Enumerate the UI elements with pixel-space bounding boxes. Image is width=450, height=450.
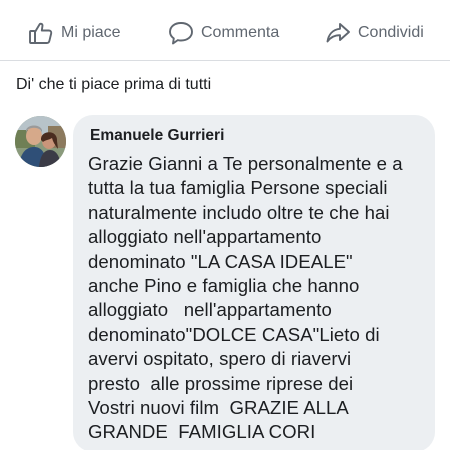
like-label: Mi piace	[61, 24, 121, 41]
first-like-prompt: Di' che ti piace prima di tutti	[16, 76, 212, 93]
comment-bubble: Emanuele Gurrieri Grazie Gianni a Te per…	[73, 115, 435, 450]
share-label: Condividi	[358, 24, 424, 41]
comment-label: Commenta	[201, 24, 280, 41]
post-action-bar: Mi piace Commenta Condividi	[0, 0, 450, 64]
comment-text: Grazie Gianni a Te personalmente e a tut…	[88, 153, 403, 443]
comment-author[interactable]: Emanuele Gurrieri	[90, 124, 421, 148]
share-arrow-icon	[325, 20, 351, 46]
share-button[interactable]: Condividi	[325, 18, 424, 48]
comment-button[interactable]: Commenta	[168, 18, 279, 48]
thumbs-up-icon	[28, 20, 54, 46]
avatar[interactable]	[15, 116, 66, 167]
like-button[interactable]: Mi piace	[28, 18, 121, 48]
speech-bubble-icon	[168, 20, 194, 46]
avatar-photo	[15, 116, 66, 167]
divider	[0, 60, 450, 61]
